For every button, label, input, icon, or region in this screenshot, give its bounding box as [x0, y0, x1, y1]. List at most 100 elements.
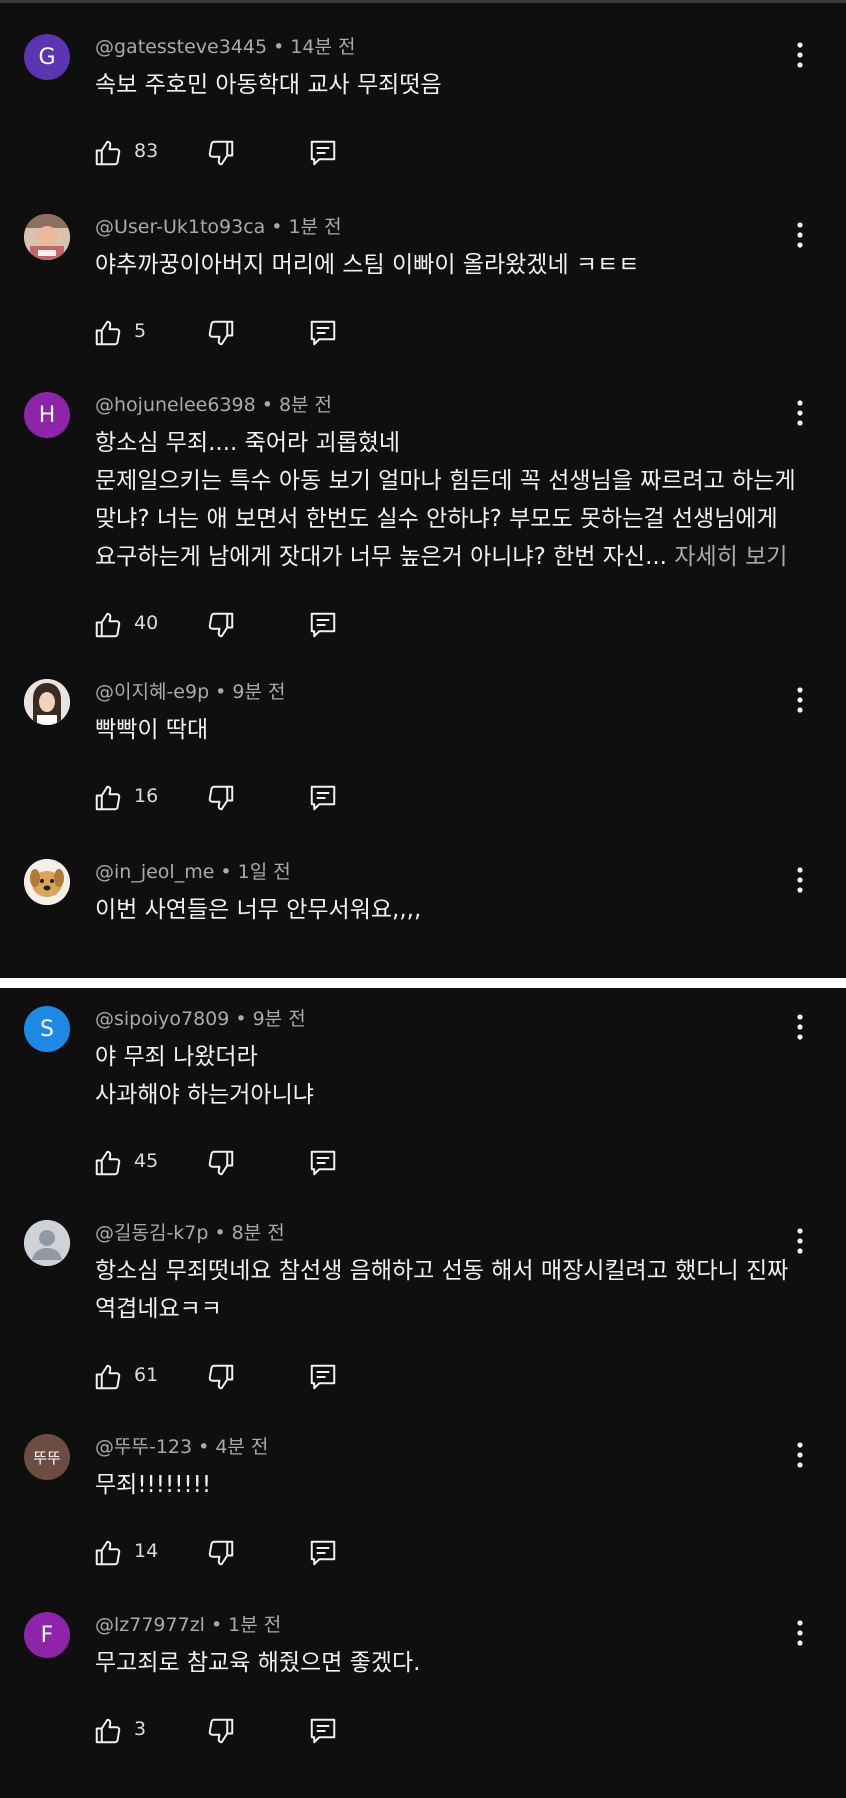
author-handle[interactable]: @길동김-k7p [95, 1222, 208, 1244]
avatar[interactable]: F [24, 1612, 70, 1658]
more-options-icon[interactable] [790, 38, 810, 72]
comment-line: 요구하는게 남에게 잣대가 너무 높은거 아니냐? 한번 자신... 자세히 보… [95, 538, 787, 576]
comment-text: 무고죄로 참교육 해줬으면 좋겠다. [95, 1644, 785, 1682]
more-options-icon[interactable] [790, 1224, 810, 1258]
like-button[interactable] [93, 1536, 123, 1570]
comment-line: 맞냐? 너는 애 보면서 한번도 실수 안하냐? 부모도 못하는걸 선생님에게 [95, 500, 785, 538]
dog-avatar-icon[interactable] [24, 859, 70, 905]
author-handle[interactable]: @sipoiyo7809 [95, 1008, 229, 1030]
like-count: 3 [134, 1718, 147, 1740]
more-options-icon[interactable] [790, 218, 810, 252]
like-count: 40 [134, 612, 159, 634]
meta-separator-dot: • [220, 861, 232, 883]
more-options-icon[interactable] [790, 1010, 810, 1044]
like-button[interactable] [93, 1146, 123, 1180]
reply-button[interactable] [308, 1146, 338, 1180]
comment-actions: 40 [93, 608, 393, 642]
thumbs-down-icon [206, 138, 236, 168]
like-button[interactable] [93, 136, 123, 170]
like-count: 5 [134, 320, 147, 342]
reply-button[interactable] [308, 1536, 338, 1570]
comment-line: 항소심 무죄떳네요 참선생 음해하고 선동 해서 매장시킬려고 했다니 진짜 [95, 1252, 788, 1290]
author-handle[interactable]: @in_jeol_me [95, 861, 214, 883]
thumbs-up-icon [93, 138, 123, 168]
comment-text: 이번 사연들은 너무 안무서워요,,,, [95, 891, 785, 929]
meta-separator-dot: • [210, 1614, 223, 1636]
like-button[interactable] [93, 781, 123, 815]
read-more-link[interactable]: 자세히 보기 [674, 544, 787, 570]
comment-actions: 3 [93, 1714, 393, 1748]
like-button[interactable] [93, 1714, 123, 1748]
author-handle[interactable]: @이지혜-e9p [95, 681, 209, 703]
thumbs-up-icon [93, 1716, 123, 1746]
dislike-button[interactable] [206, 608, 236, 642]
reply-icon [308, 1716, 338, 1746]
photo-avatar-icon[interactable] [24, 679, 70, 725]
reply-icon [308, 783, 338, 813]
comment-line: 문제일으키는 특수 아동 보기 얼마나 힘든데 꼭 선생님을 짜르려고 하는게 [95, 462, 796, 500]
dislike-button[interactable] [206, 136, 236, 170]
thumbs-up-icon [93, 1362, 123, 1392]
comment-time: 1분 전 [228, 1614, 282, 1636]
reply-button[interactable] [308, 1714, 338, 1748]
reply-button[interactable] [308, 136, 338, 170]
comment-time: 9분 전 [252, 1008, 306, 1030]
more-options-icon[interactable] [790, 1616, 810, 1650]
comment-line-text: 무죄!!!!!!!! [95, 1472, 212, 1498]
comment-line: 항소심 무죄.... 죽어라 괴롭혔네 [95, 424, 785, 462]
reply-icon [308, 318, 338, 348]
comment-line-text: 문제일으키는 특수 아동 보기 얼마나 힘든데 꼭 선생님을 짜르려고 하는게 [95, 468, 796, 494]
thumbs-up-icon [93, 783, 123, 813]
thumbs-up-icon [93, 1148, 123, 1178]
dislike-button[interactable] [206, 1536, 236, 1570]
meta-separator-dot: • [271, 216, 283, 238]
comment-text: 야 무죄 나왔더라 사과해야 하는거아니냐 [95, 1038, 785, 1114]
avatar[interactable]: S [24, 1006, 70, 1052]
like-button[interactable] [93, 608, 123, 642]
photo-avatar-icon[interactable] [24, 214, 70, 260]
comment-line: 빡빡이 딱대 [95, 711, 785, 749]
meta-separator-dot: • [261, 394, 273, 416]
thumbs-down-icon [206, 1148, 236, 1178]
meta-separator-dot: • [198, 1436, 210, 1458]
more-options-icon[interactable] [790, 396, 810, 430]
comment-meta: @lz77977zl • 1분 전 [95, 1610, 281, 1637]
author-handle[interactable]: @gatessteve3445 [95, 36, 267, 58]
comment-line-text: 요구하는게 남에게 잣대가 너무 높은거 아니냐? 한번 자신... [95, 544, 667, 570]
top-border [0, 0, 846, 3]
reply-button[interactable] [308, 781, 338, 815]
comment-meta: @이지혜-e9p • 9분 전 [95, 677, 285, 704]
more-options-icon[interactable] [790, 683, 810, 717]
default-user-icon[interactable] [24, 1220, 70, 1266]
avatar[interactable]: H [24, 392, 70, 438]
author-handle[interactable]: @뚜뚜-123 [95, 1436, 192, 1458]
thumbs-down-icon [206, 610, 236, 640]
thumbs-down-icon [206, 783, 236, 813]
dislike-button[interactable] [206, 1146, 236, 1180]
thumbs-down-icon [206, 1538, 236, 1568]
dislike-button[interactable] [206, 316, 236, 350]
reply-button[interactable] [308, 1360, 338, 1394]
dislike-button[interactable] [206, 781, 236, 815]
reply-button[interactable] [308, 316, 338, 350]
author-handle[interactable]: @lz77977zl [95, 1614, 205, 1636]
avatar[interactable]: G [24, 34, 70, 80]
comment-line-text: 이번 사연들은 너무 안무서워요,,,, [95, 897, 422, 923]
author-handle[interactable]: @User-Uk1to93ca [95, 216, 265, 238]
avatar[interactable]: 뚜뚜 [24, 1434, 70, 1480]
comment-line: 야추까꿍이아버지 머리에 스팀 이빠이 올라왔겠네 ㅋㅌㅌ [95, 246, 785, 284]
comment-line: 이번 사연들은 너무 안무서워요,,,, [95, 891, 785, 929]
dislike-button[interactable] [206, 1360, 236, 1394]
author-handle[interactable]: @hojunelee6398 [95, 394, 256, 416]
like-count: 45 [134, 1150, 159, 1172]
dislike-button[interactable] [206, 1714, 236, 1748]
comment-time: 1일 전 [237, 861, 291, 883]
more-options-icon[interactable] [790, 1438, 810, 1472]
reply-button[interactable] [308, 608, 338, 642]
like-button[interactable] [93, 316, 123, 350]
comment-line: 무고죄로 참교육 해줬으면 좋겠다. [95, 1644, 785, 1682]
comment-line-text: 야추까꿍이아버지 머리에 스팀 이빠이 올라왔겠네 ㅋㅌㅌ [95, 252, 640, 278]
comment-actions: 14 [93, 1536, 393, 1570]
more-options-icon[interactable] [790, 863, 810, 897]
like-button[interactable] [93, 1360, 123, 1394]
